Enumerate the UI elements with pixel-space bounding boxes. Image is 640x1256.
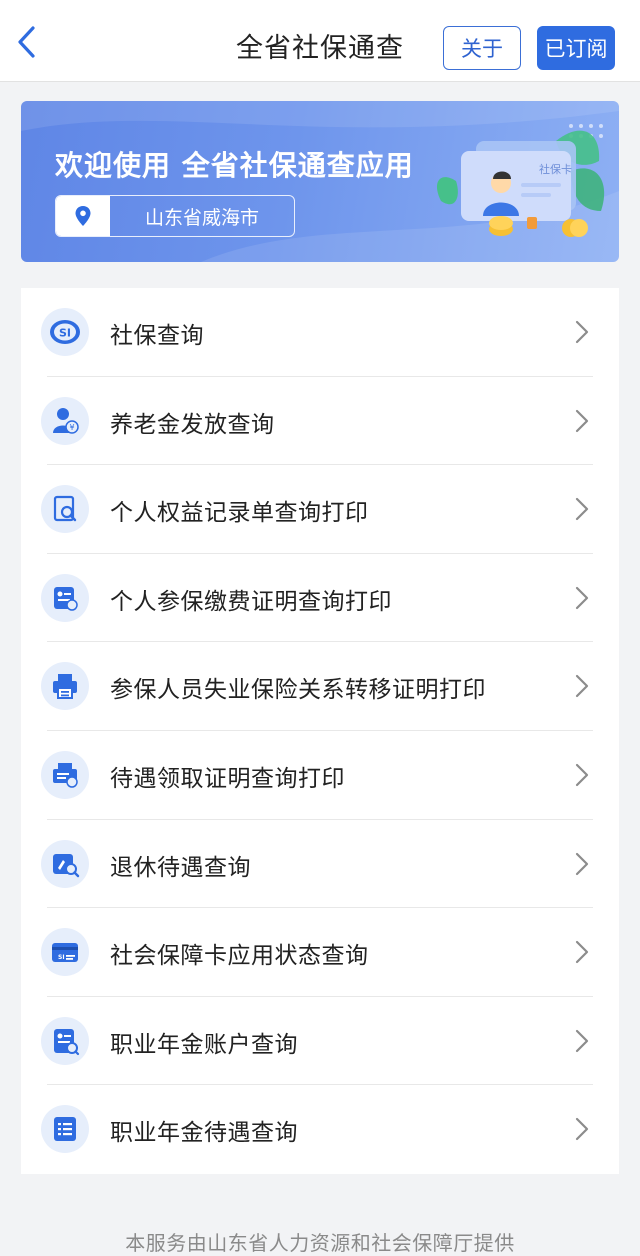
benefit-printer-icon	[41, 751, 89, 799]
menu-item-label: 职业年金账户查询	[110, 1031, 298, 1058]
chevron-right-icon	[575, 852, 589, 875]
card-text: 社保卡	[539, 162, 572, 176]
chevron-right-icon	[575, 1118, 589, 1141]
chevron-right-icon	[575, 1029, 589, 1052]
menu-item-social-security-query[interactable]: SI 社保查询	[21, 288, 619, 377]
menu-item-label: 待遇领取证明查询打印	[110, 766, 345, 792]
svg-text:SI: SI	[59, 327, 71, 340]
about-button[interactable]: 关于	[443, 26, 521, 70]
menu-item-label: 社保查询	[110, 323, 204, 349]
menu-item-annuity-benefit-query[interactable]: 职业年金待遇查询	[21, 1085, 619, 1174]
menu-item-payment-certificate-print[interactable]: 个人参保缴费证明查询打印	[21, 554, 619, 643]
menu-item-card-status-query[interactable]: SI 社会保障卡应用状态查询	[21, 908, 619, 997]
chevron-right-icon	[575, 941, 589, 964]
welcome-text: 欢迎使用 全省社保通查应用	[55, 149, 414, 182]
top-bar: 全省社保通查 关于 已订阅	[0, 0, 640, 82]
document-search-icon	[41, 485, 89, 534]
menu-item-label: 养老金发放查询	[110, 411, 275, 438]
menu-item-annuity-account-query[interactable]: 职业年金账户查询	[21, 997, 619, 1086]
menu-item-label: 参保人员失业保险关系转移证明打印	[110, 677, 486, 704]
printer-icon	[41, 662, 89, 711]
pension-person-icon: ¥	[41, 396, 89, 445]
menu-item-unemployment-transfer-print[interactable]: 参保人员失业保险关系转移证明打印	[21, 642, 619, 731]
chevron-right-icon	[575, 498, 589, 521]
annuity-account-icon	[41, 1016, 89, 1065]
svg-text:¥: ¥	[69, 423, 74, 432]
menu-item-benefit-certificate-print[interactable]: 待遇领取证明查询打印	[21, 731, 619, 820]
social-security-card-illustration: 社保卡	[436, 124, 605, 237]
chevron-right-icon	[575, 763, 589, 787]
chevron-right-icon	[575, 586, 589, 609]
chevron-right-icon	[575, 320, 589, 344]
menu-item-rights-record-print[interactable]: 个人权益记录单查询打印	[21, 465, 619, 554]
menu-item-pension-query[interactable]: ¥ 养老金发放查询	[21, 377, 619, 466]
menu-item-label: 职业年金待遇查询	[110, 1120, 298, 1147]
menu-item-label: 个人权益记录单查询打印	[110, 500, 369, 527]
annuity-list-icon	[41, 1105, 89, 1154]
location-pin-icon	[56, 196, 110, 236]
payment-certificate-icon	[41, 573, 89, 622]
chevron-right-icon	[575, 675, 589, 698]
menu-item-label: 社会保障卡应用状态查询	[110, 943, 369, 970]
welcome-banner: 欢迎使用 全省社保通查应用 山东省威海市 社保卡	[21, 101, 619, 262]
social-security-card-icon: SI	[41, 928, 89, 977]
service-menu-list: SI 社保查询 ¥ 养老金发放查询 个人权益记录单查询打印 个人参保缴费证明查询…	[21, 288, 619, 1174]
footer-provider-text: 本服务由山东省人力资源和社会保障厅提供	[125, 1231, 515, 1255]
menu-item-label: 退休待遇查询	[110, 854, 251, 881]
menu-item-label: 个人参保缴费证明查询打印	[110, 588, 392, 615]
retirement-search-icon	[41, 839, 89, 888]
location-selector[interactable]: 山东省威海市	[55, 195, 295, 237]
social-security-logo-icon: SI	[41, 308, 89, 356]
svg-text:SI: SI	[58, 954, 65, 961]
location-text: 山东省威海市	[144, 206, 259, 229]
menu-item-retirement-query[interactable]: 退休待遇查询	[21, 820, 619, 909]
chevron-right-icon	[575, 409, 589, 432]
subscribed-button[interactable]: 已订阅	[537, 26, 615, 70]
